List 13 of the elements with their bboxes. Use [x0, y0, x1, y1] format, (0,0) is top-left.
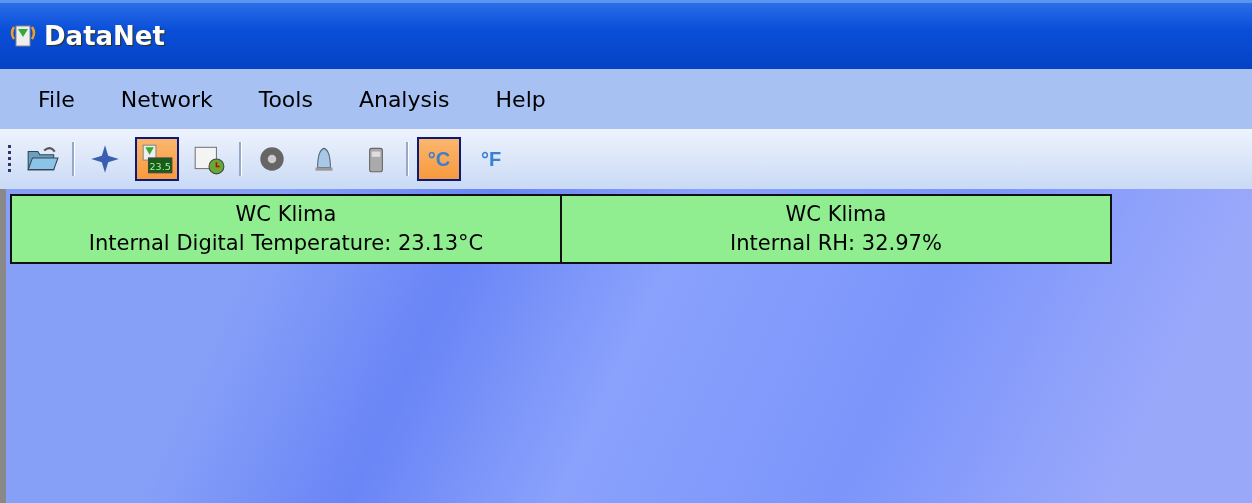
- window-title: DataNet: [44, 21, 165, 51]
- menu-item[interactable]: Analysis: [358, 86, 450, 112]
- display-reading: 23.5: [149, 160, 171, 172]
- menu-item[interactable]: Tools: [258, 86, 313, 112]
- grip-icon: [8, 144, 12, 174]
- sensor-name: WC Klima: [785, 200, 887, 228]
- menu-item[interactable]: Network: [120, 86, 213, 112]
- menu-item[interactable]: File: [38, 86, 75, 112]
- sensor-name: WC Klima: [235, 200, 337, 228]
- sensor-reading: Internal RH: 32.97%: [730, 230, 942, 257]
- sensor-reading: Internal Digital Temperature: 23.13°C: [88, 230, 484, 257]
- menu-item[interactable]: Help: [495, 86, 546, 112]
- toolbar-button[interactable]: 23.5: [135, 137, 179, 181]
